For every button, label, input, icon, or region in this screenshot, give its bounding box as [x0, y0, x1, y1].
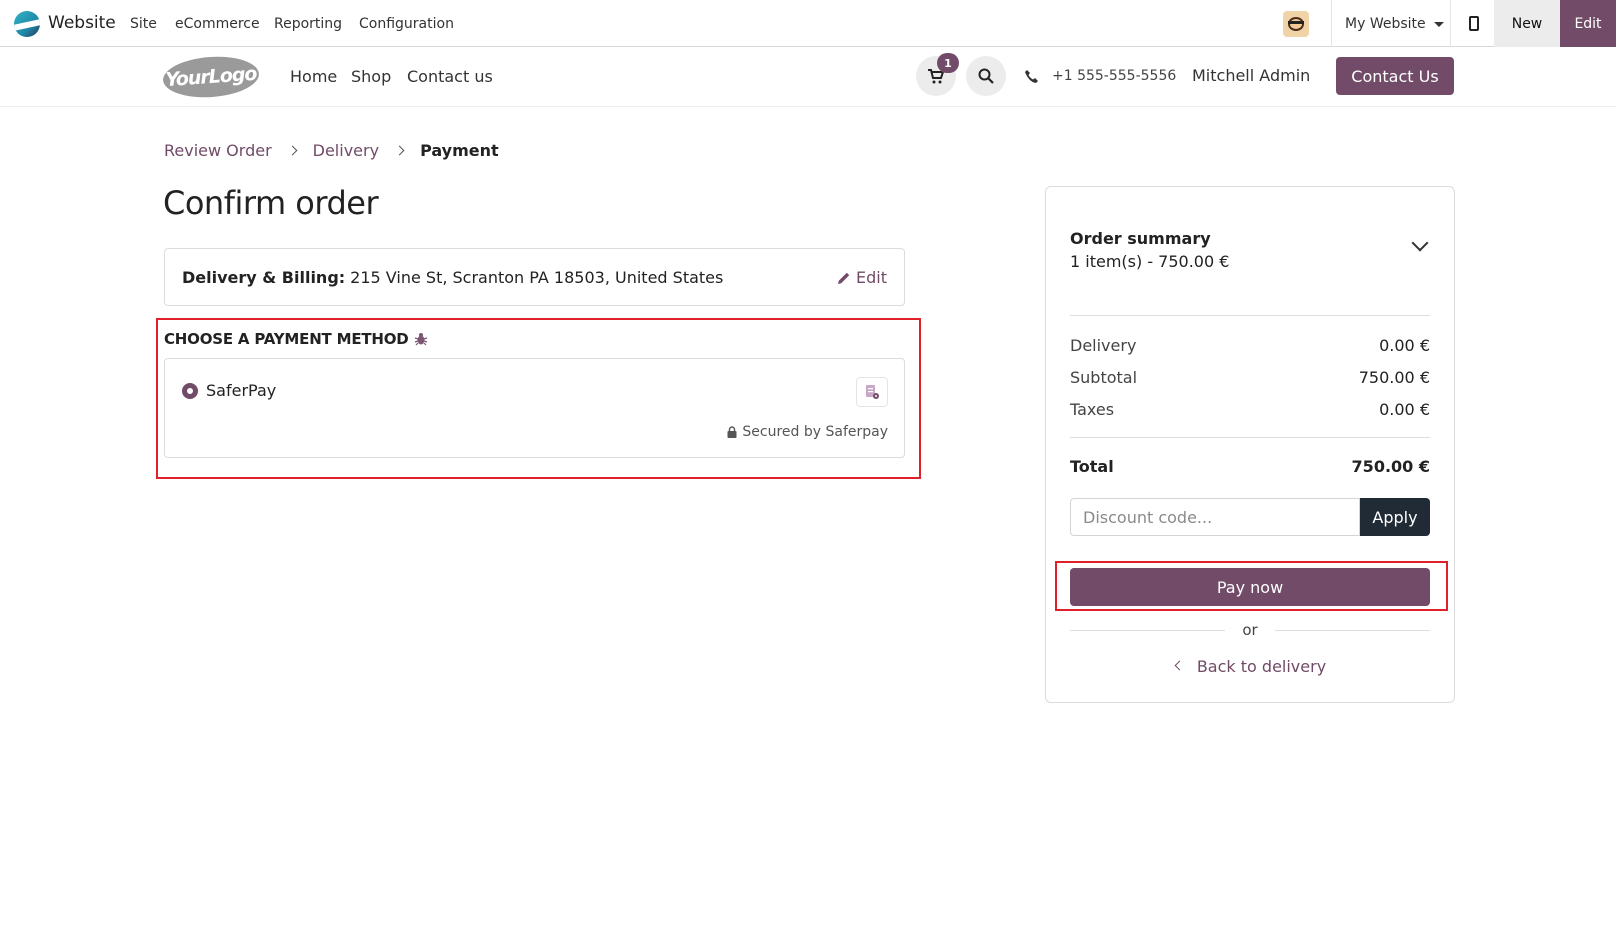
search-icon — [978, 68, 994, 84]
menu-site[interactable]: Site — [130, 16, 157, 32]
order-item-count: 1 item(s) - 750.00 € — [1070, 252, 1230, 271]
search-button[interactable] — [966, 56, 1006, 96]
nav-contact[interactable]: Contact us — [407, 67, 493, 86]
chevron-left-icon — [1174, 660, 1185, 671]
phone-number: +1 555-555-5556 — [1052, 68, 1177, 84]
avatar-glasses-icon — [1288, 21, 1304, 24]
payment-method-heading: CHOOSE A PAYMENT METHOD — [164, 330, 409, 348]
summary-row-subtotal: Subtotal 750.00 € — [1070, 368, 1430, 387]
summary-row-taxes: Taxes 0.00 € — [1070, 400, 1430, 419]
summary-row-total: Total 750.00 € — [1070, 457, 1430, 476]
edit-address-label: Edit — [856, 268, 887, 287]
website-selector[interactable]: My Website — [1345, 16, 1444, 32]
bug-icon — [414, 333, 427, 346]
summary-row-value: 750.00 € — [1358, 368, 1430, 387]
new-button[interactable]: New — [1494, 0, 1560, 47]
website-selector-label: My Website — [1345, 16, 1426, 32]
order-summary-card: Order summary 1 item(s) - 750.00 € Deliv… — [1045, 186, 1455, 703]
avatar-face-icon — [1288, 17, 1304, 31]
or-separator: or — [1070, 621, 1430, 641]
site-logo[interactable]: YourLogo — [161, 53, 261, 101]
divider — [1070, 315, 1430, 316]
chevron-right-icon — [287, 145, 298, 156]
summary-row-delivery: Delivery 0.00 € — [1070, 336, 1430, 355]
pencil-icon — [838, 272, 850, 284]
contact-us-button[interactable]: Contact Us — [1336, 57, 1454, 95]
total-value: 750.00 € — [1351, 457, 1430, 476]
summary-row-label: Delivery — [1070, 336, 1137, 355]
summary-row-label: Subtotal — [1070, 368, 1138, 387]
app-title[interactable]: Website — [48, 13, 116, 33]
site-header: YourLogo Home Shop Contact us 1 +1 555-5… — [0, 47, 1616, 107]
address-card: Delivery & Billing: 215 Vine St, Scranto… — [164, 248, 905, 306]
summary-row-label: Taxes — [1070, 400, 1115, 419]
chevron-right-icon — [394, 145, 405, 156]
odoo-logo-icon[interactable] — [14, 11, 40, 37]
divider — [1450, 0, 1451, 47]
lock-icon — [727, 426, 737, 438]
caret-down-icon — [1433, 21, 1444, 27]
payment-option-saferpay[interactable]: SaferPay Secured by Saferpay — [164, 358, 905, 458]
payment-method-name: SaferPay — [206, 381, 277, 400]
breadcrumb-review-order[interactable]: Review Order — [164, 141, 272, 160]
edit-address-link[interactable]: Edit — [837, 268, 887, 287]
nav-shop[interactable]: Shop — [351, 67, 391, 86]
secured-by-label: Secured by Saferpay — [742, 424, 888, 440]
address-value: 215 Vine St, Scranton PA 18503, United S… — [350, 267, 724, 287]
order-summary-title: Order summary — [1070, 229, 1211, 248]
discount-form: Apply — [1070, 498, 1430, 536]
cart-count-badge: 1 — [937, 53, 959, 73]
phone-icon — [1025, 69, 1038, 83]
back-to-delivery-link[interactable]: Back to delivery — [1046, 657, 1456, 676]
checkout-breadcrumb: Review Order Delivery Payment — [164, 141, 499, 160]
menu-reporting[interactable]: Reporting — [274, 16, 342, 32]
address-label: Delivery & Billing: — [182, 267, 346, 287]
apply-discount-button[interactable]: Apply — [1360, 498, 1430, 536]
admin-bar: Website Site eCommerce Reporting Configu… — [0, 0, 1616, 47]
user-avatar[interactable] — [1283, 11, 1309, 37]
total-label: Total — [1070, 457, 1114, 476]
divider — [1331, 0, 1332, 47]
chevron-down-icon[interactable] — [1411, 234, 1429, 252]
payment-method-title: CHOOSE A PAYMENT METHOD — [164, 330, 428, 348]
highlight-frame — [1055, 561, 1448, 611]
back-to-delivery-label: Back to delivery — [1196, 657, 1327, 676]
or-label: or — [1242, 621, 1258, 639]
payment-provider-logo-icon — [856, 377, 888, 407]
summary-row-value: 0.00 € — [1379, 336, 1430, 355]
menu-configuration[interactable]: Configuration — [359, 16, 454, 32]
nav-home[interactable]: Home — [290, 67, 337, 86]
breadcrumb-delivery[interactable]: Delivery — [313, 141, 379, 160]
menu-ecommerce[interactable]: eCommerce — [175, 16, 260, 32]
page-title: Confirm order — [163, 184, 379, 222]
edit-button[interactable]: Edit — [1560, 0, 1616, 47]
summary-row-value: 0.00 € — [1379, 400, 1430, 419]
user-menu[interactable]: Mitchell Admin — [1192, 66, 1310, 85]
breadcrumb-payment: Payment — [420, 141, 499, 160]
divider — [1070, 437, 1430, 438]
saferpay-radio[interactable] — [182, 383, 198, 399]
mobile-preview-icon[interactable] — [1469, 16, 1479, 31]
user-name: Mitchell Admin — [1192, 66, 1311, 85]
phone-link[interactable]: +1 555-555-5556 — [1025, 68, 1176, 84]
secured-by-text: Secured by Saferpay — [727, 424, 888, 440]
discount-code-input[interactable] — [1070, 498, 1360, 536]
